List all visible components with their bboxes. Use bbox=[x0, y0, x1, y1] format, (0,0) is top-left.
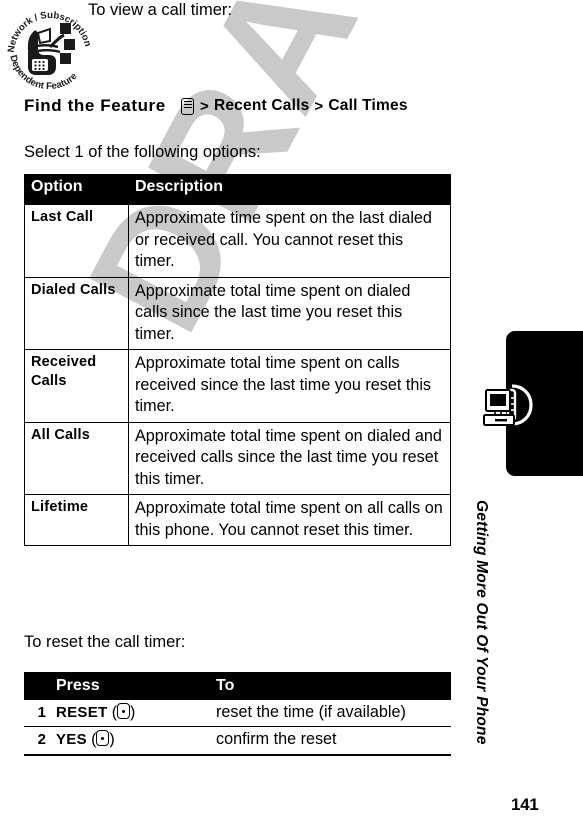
path-item-call-times: Call Times bbox=[328, 97, 408, 114]
close-paren: ) bbox=[109, 731, 115, 748]
column-header-option: Option bbox=[24, 174, 129, 205]
step-press-cell: YES () bbox=[50, 726, 210, 756]
softkey-icon bbox=[117, 703, 131, 719]
column-header-press: Press bbox=[50, 672, 210, 700]
option-label: Last Call bbox=[24, 204, 129, 278]
option-label: Received Calls bbox=[24, 349, 129, 423]
table-header-row: Press To bbox=[24, 672, 451, 700]
computer-phone-icon bbox=[482, 376, 540, 436]
step-action: confirm the reset bbox=[210, 726, 451, 756]
find-the-feature-label: Find the Feature bbox=[24, 96, 166, 115]
call-timer-options-table: Option Description Last Call Approximate… bbox=[24, 174, 451, 546]
intro-text: To view a call timer: bbox=[88, 1, 232, 19]
table-row: All Calls Approximate total time spent o… bbox=[24, 421, 451, 495]
step-press-cell: RESET () bbox=[50, 700, 210, 727]
network-subscription-badge-icon: Network / Subscription Dependent Feature bbox=[4, 3, 96, 92]
option-description: Approximate total time spent on dialed c… bbox=[128, 276, 451, 350]
step-number: 2 bbox=[24, 726, 50, 756]
find-the-feature-path: > Recent Calls > Call Times bbox=[181, 97, 408, 115]
softkey-label: YES bbox=[56, 731, 87, 748]
option-label: All Calls bbox=[24, 421, 129, 495]
table-row: 1 RESET () reset the time (if available) bbox=[24, 700, 451, 727]
select-options-text: Select 1 of the following options: bbox=[24, 143, 261, 161]
close-paren: ) bbox=[130, 704, 136, 721]
chapter-title: Getting More Out Of Your Phone bbox=[473, 500, 490, 745]
step-number: 1 bbox=[24, 700, 50, 727]
option-description: Approximate total time spent on calls re… bbox=[128, 349, 451, 423]
table-row: Dialed Calls Approximate total time spen… bbox=[24, 276, 451, 350]
menu-key-icon bbox=[181, 97, 194, 115]
table-header-row: Option Description bbox=[24, 174, 451, 205]
option-label: Dialed Calls bbox=[24, 276, 129, 350]
column-header-description: Description bbox=[128, 174, 451, 205]
option-description: Approximate total time spent on dialed a… bbox=[128, 421, 451, 495]
table-row: 2 YES () confirm the reset bbox=[24, 726, 451, 756]
softkey-icon bbox=[96, 730, 110, 746]
column-header-number bbox=[24, 672, 50, 700]
table-row: Received Calls Approximate total time sp… bbox=[24, 349, 451, 423]
softkey-label: RESET bbox=[56, 704, 108, 721]
page-number: 141 bbox=[511, 795, 539, 814]
option-description: Approximate time spent on the last diale… bbox=[128, 204, 451, 278]
step-action: reset the time (if available) bbox=[210, 700, 451, 727]
path-separator-2: > bbox=[314, 97, 324, 115]
reset-timer-text: To reset the call timer: bbox=[24, 633, 186, 651]
reset-steps-table: Press To 1 RESET () reset the time (if a… bbox=[24, 672, 451, 756]
table-row: Last Call Approximate time spent on the … bbox=[24, 204, 451, 278]
column-header-to: To bbox=[210, 672, 451, 700]
option-label: Lifetime bbox=[24, 494, 129, 546]
path-separator-1: > bbox=[200, 97, 209, 115]
manual-page: Network / Subscription Dependent Feature… bbox=[0, 0, 583, 837]
find-the-feature-row: Find the Feature > Recent Calls > Call T… bbox=[24, 96, 451, 122]
option-description: Approximate total time spent on all call… bbox=[128, 494, 451, 546]
table-row: Lifetime Approximate total time spent on… bbox=[24, 494, 451, 546]
path-item-recent-calls: Recent Calls bbox=[213, 97, 310, 114]
